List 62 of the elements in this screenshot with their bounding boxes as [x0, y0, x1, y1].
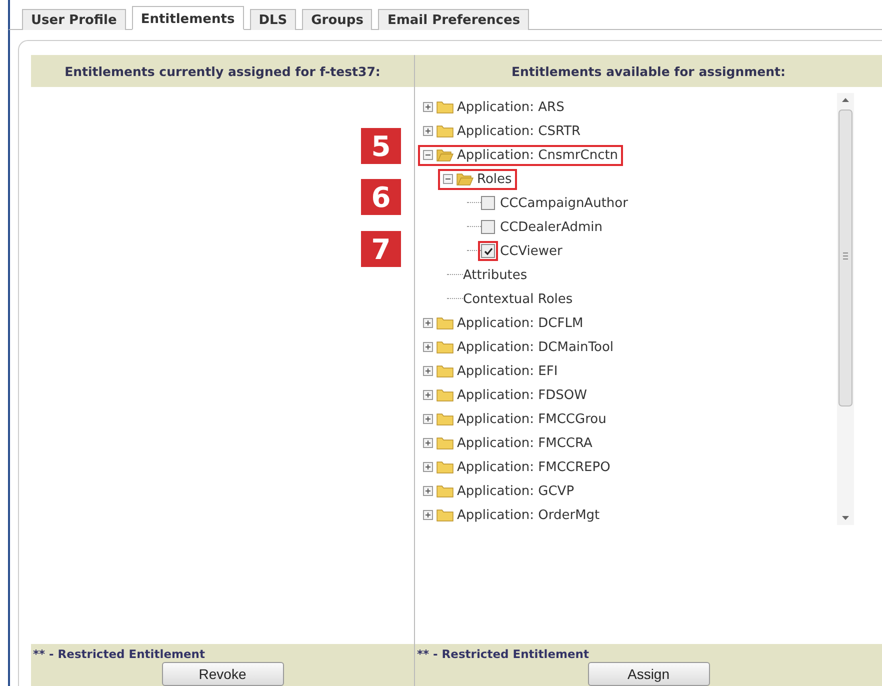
- column-header: Entitlements available for assignment:: [415, 55, 882, 87]
- tree-node-label[interactable]: Roles: [477, 172, 512, 186]
- expand-icon[interactable]: [423, 486, 433, 496]
- folder-icon: [436, 364, 454, 378]
- tree-node-label[interactable]: Application: DCMainTool: [457, 340, 614, 354]
- expand-icon[interactable]: [423, 510, 433, 520]
- collapse-icon[interactable]: [443, 174, 453, 184]
- folder-icon: [436, 388, 454, 402]
- assign-button[interactable]: Assign: [588, 662, 710, 686]
- tree-node-label[interactable]: Application: FMCCRA: [457, 436, 592, 450]
- expand-icon[interactable]: [423, 366, 433, 376]
- tab[interactable]: DLS: [250, 9, 296, 30]
- expand-icon[interactable]: [423, 126, 433, 136]
- tab[interactable]: Entitlements: [132, 6, 244, 30]
- tree-node-label[interactable]: Application: GCVP: [457, 484, 574, 498]
- tab[interactable]: Groups: [302, 9, 372, 30]
- restricted-note: ** - Restricted Entitlement: [416, 646, 589, 661]
- folder-icon: [436, 316, 454, 330]
- folder-icon: [436, 460, 454, 474]
- expand-icon[interactable]: [423, 462, 433, 472]
- folder-icon: [436, 100, 454, 114]
- column-header: Entitlements currently assigned for f-test37:: [31, 55, 415, 87]
- checkbox[interactable]: [481, 196, 495, 210]
- tree-node-label[interactable]: CCCampaignAuthor: [500, 196, 628, 210]
- folder-icon: [436, 148, 454, 162]
- collapse-icon[interactable]: [423, 150, 433, 160]
- tree-node-label[interactable]: Application: FDSOW: [457, 388, 587, 402]
- tab[interactable]: Email Preferences: [378, 9, 530, 30]
- tree-node-label[interactable]: Application: CSRTR: [457, 124, 581, 138]
- tree-node-label[interactable]: Application: DCFLM: [457, 316, 584, 330]
- folder-icon: [436, 412, 454, 426]
- checkmark-icon: [484, 246, 492, 256]
- expand-icon[interactable]: [423, 414, 433, 424]
- tree-node-label[interactable]: Application: ARS: [457, 100, 564, 114]
- tree-node-label[interactable]: CCViewer: [500, 244, 562, 258]
- callout-number: 7: [361, 231, 401, 267]
- tree-node-label[interactable]: Application: FMCCGrou: [457, 412, 606, 426]
- folder-icon: [436, 436, 454, 450]
- tab[interactable]: User Profile: [22, 9, 126, 30]
- folder-icon: [436, 508, 454, 522]
- callout-number: 6: [361, 179, 401, 215]
- tree-node-label[interactable]: Application: OrderMgt: [457, 508, 600, 522]
- restricted-note: ** - Restricted Entitlement: [32, 646, 205, 661]
- expand-icon[interactable]: [423, 318, 433, 328]
- tree-node-label[interactable]: CCDealerAdmin: [500, 220, 603, 234]
- expand-icon[interactable]: [423, 342, 433, 352]
- folder-icon: [436, 340, 454, 354]
- folder-icon: [456, 172, 474, 186]
- tree-node-label[interactable]: Application: CnsmrCnctn: [457, 148, 618, 162]
- scrollbar[interactable]: [837, 93, 854, 525]
- expand-icon[interactable]: [423, 438, 433, 448]
- revoke-button[interactable]: Revoke: [162, 662, 284, 686]
- folder-icon: [436, 484, 454, 498]
- folder-icon: [436, 124, 454, 138]
- checkbox[interactable]: [481, 220, 495, 234]
- expand-icon[interactable]: [423, 102, 433, 112]
- tree-node-label[interactable]: Attributes: [463, 268, 528, 282]
- tree-node-label[interactable]: Contextual Roles: [463, 292, 573, 306]
- callout-number: 5: [361, 128, 401, 164]
- tree-node-label[interactable]: Application: EFI: [457, 364, 558, 378]
- expand-icon[interactable]: [423, 390, 433, 400]
- tree-node-label[interactable]: Application: FMCCREPO: [457, 460, 610, 474]
